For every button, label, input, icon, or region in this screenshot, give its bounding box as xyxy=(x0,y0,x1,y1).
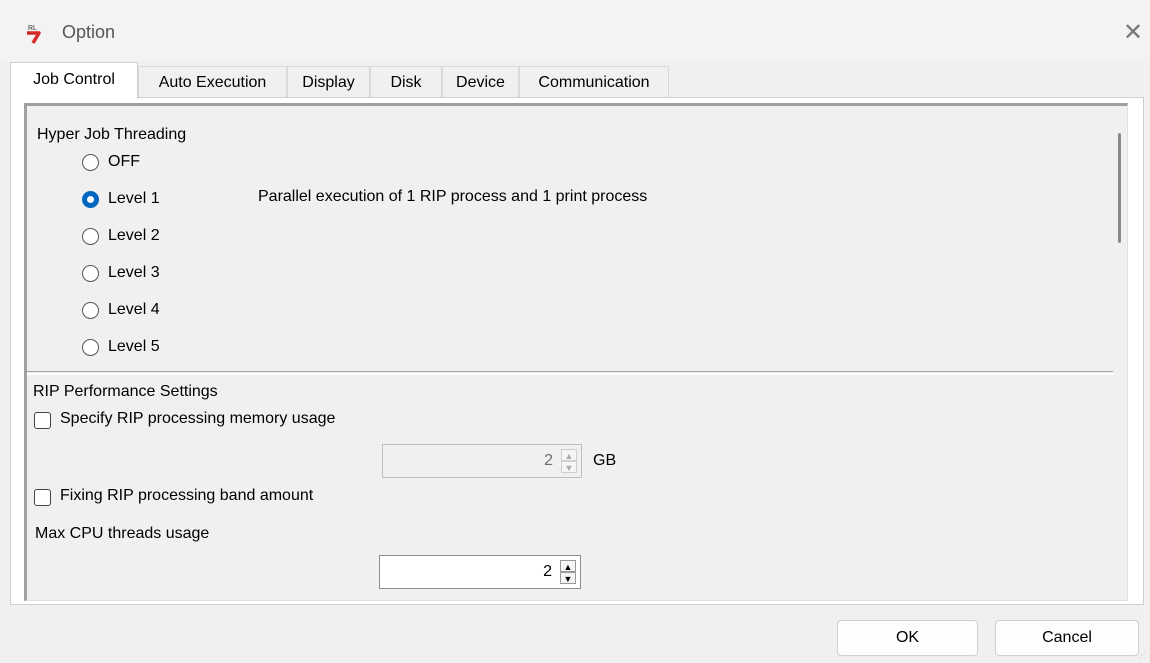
memory-usage-checkbox[interactable] xyxy=(34,412,51,429)
window-title: Option xyxy=(62,22,116,42)
hyper-job-threading-heading: Hyper Job Threading xyxy=(37,126,187,143)
radio-level-4-label: Level 4 xyxy=(108,301,160,318)
tab-communication[interactable]: Communication xyxy=(519,66,669,98)
cancel-button[interactable]: Cancel xyxy=(995,620,1139,656)
tab-device[interactable]: Device xyxy=(442,66,519,98)
radio-level-4[interactable] xyxy=(82,302,99,319)
tab-job-control[interactable]: Job Control xyxy=(10,62,138,99)
radio-off-label: OFF xyxy=(108,153,140,170)
svg-text:RL: RL xyxy=(28,25,37,32)
rip-performance-heading: RIP Performance Settings xyxy=(33,383,218,400)
hyper-job-description: Parallel execution of 1 RIP process and … xyxy=(258,188,648,205)
radio-level-1[interactable] xyxy=(82,191,99,208)
memory-usage-label: Specify RIP processing memory usage xyxy=(60,410,336,427)
spin-up-icon[interactable]: ▲ xyxy=(560,560,576,572)
close-icon[interactable]: ✕ xyxy=(1116,16,1150,50)
settings-scroll-area: Hyper Job Threading OFF Level 1 Parallel… xyxy=(24,103,1128,601)
tab-disk[interactable]: Disk xyxy=(370,66,442,98)
band-amount-checkbox[interactable] xyxy=(34,489,51,506)
radio-level-5[interactable] xyxy=(82,339,99,356)
tab-auto-execution[interactable]: Auto Execution xyxy=(138,66,287,98)
tab-bar: Job Control Auto Execution Display Disk … xyxy=(0,62,1150,99)
cpu-threads-label: Max CPU threads usage xyxy=(35,525,210,542)
scrollbar-thumb[interactable] xyxy=(1118,133,1121,243)
title-bar: RL Option ✕ xyxy=(0,0,1150,62)
band-amount-label: Fixing RIP processing band amount xyxy=(60,487,314,504)
radio-level-5-label: Level 5 xyxy=(108,338,160,355)
spin-up-icon: ▲ xyxy=(561,449,577,461)
tab-display[interactable]: Display xyxy=(287,66,370,98)
radio-level-1-label: Level 1 xyxy=(108,190,160,207)
app-logo-icon: RL xyxy=(24,22,44,44)
rip-performance-section: RIP Performance Settings Specify RIP pro… xyxy=(27,375,1113,600)
cpu-threads-spinbox[interactable]: 2 ▲ ▼ xyxy=(379,555,581,589)
memory-usage-spinbox: 2 ▲ ▼ xyxy=(382,444,582,478)
resize-grip-icon[interactable]: ⋰ xyxy=(1138,651,1148,661)
radio-level-3-label: Level 3 xyxy=(108,264,160,281)
cpu-threads-value: 2 xyxy=(543,563,552,580)
vertical-scrollbar[interactable] xyxy=(1114,106,1127,600)
job-control-panel: Hyper Job Threading OFF Level 1 Parallel… xyxy=(10,97,1144,605)
radio-level-2-label: Level 2 xyxy=(108,227,160,244)
spin-down-icon[interactable]: ▼ xyxy=(560,572,576,584)
spin-down-icon: ▼ xyxy=(561,461,577,473)
radio-off[interactable] xyxy=(82,154,99,171)
hyper-job-threading-section: Hyper Job Threading OFF Level 1 Parallel… xyxy=(27,106,1113,372)
radio-level-2[interactable] xyxy=(82,228,99,245)
ok-button[interactable]: OK xyxy=(837,620,978,656)
radio-level-3[interactable] xyxy=(82,265,99,282)
option-dialog: RL Option ✕ Job Control Auto Execution D… xyxy=(0,0,1150,663)
memory-usage-value: 2 xyxy=(544,452,553,469)
memory-unit-label: GB xyxy=(593,452,617,469)
